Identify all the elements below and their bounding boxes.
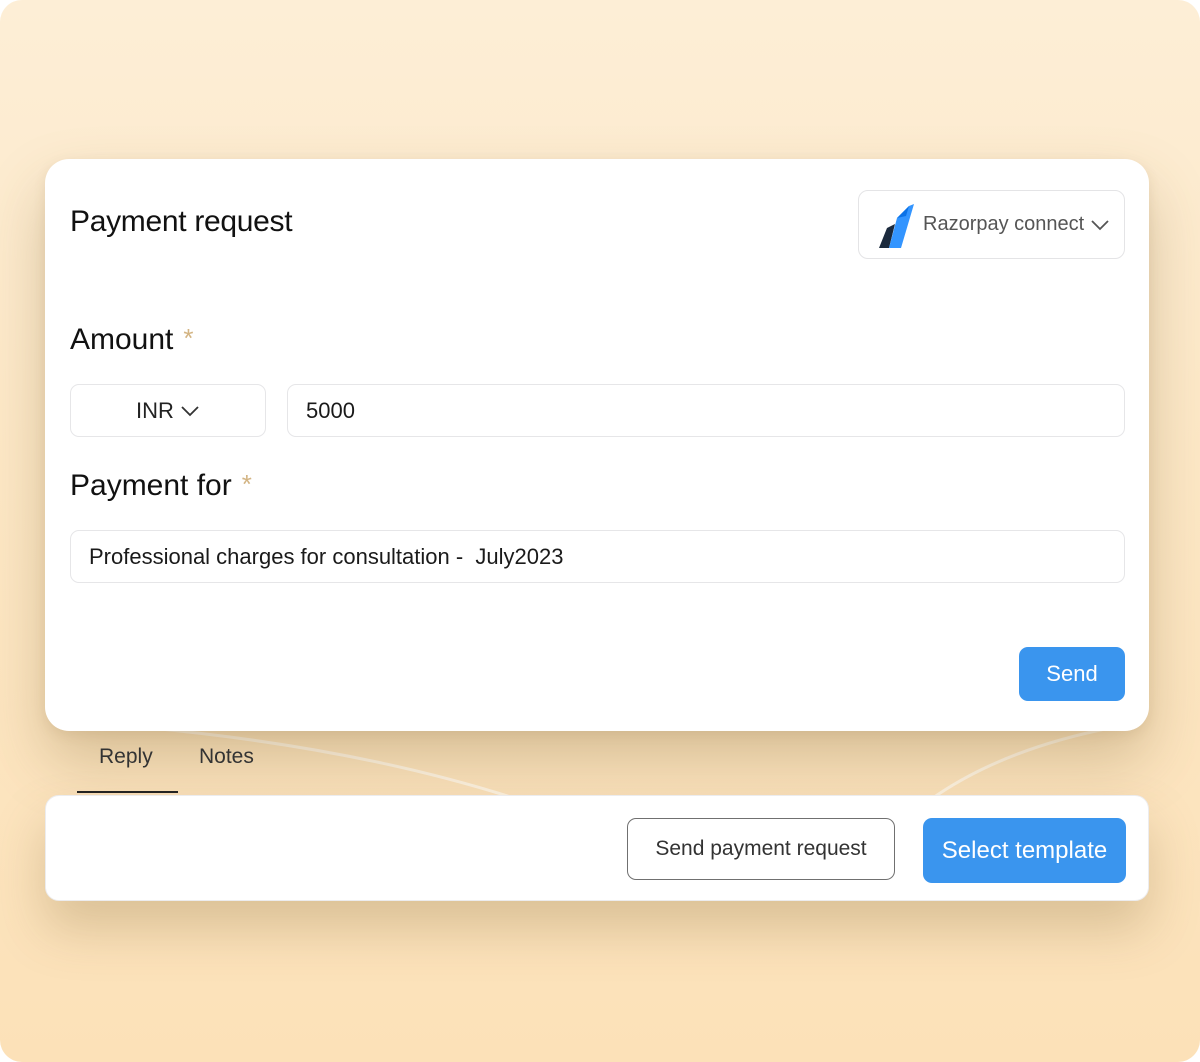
amount-input[interactable]: 5000 (287, 384, 1125, 437)
tab-notes[interactable]: Notes (199, 745, 254, 769)
gateway-select[interactable]: Razorpay connect (858, 190, 1125, 259)
required-marker: * (183, 323, 194, 353)
select-template-button[interactable]: Select template (923, 818, 1126, 883)
payment-request-card: Payment request Razorpay connect Amount *… (45, 159, 1149, 731)
chevron-down-icon (181, 405, 199, 416)
gateway-label: Razorpay connect (923, 213, 1085, 235)
active-tab-indicator (77, 791, 178, 793)
composer-toolbar: Send payment request Select template (45, 795, 1149, 901)
payment-for-label: Payment for * (70, 469, 252, 502)
send-payment-request-button[interactable]: Send payment request (627, 818, 895, 880)
required-marker: * (241, 469, 252, 499)
currency-select[interactable]: INR (70, 384, 266, 437)
amount-label: Amount * (70, 323, 194, 356)
tab-reply[interactable]: Reply (99, 745, 153, 769)
page-title: Payment request (70, 205, 293, 238)
chevron-down-icon (1091, 219, 1109, 230)
razorpay-logo-icon (879, 203, 914, 248)
payment-for-input[interactable]: Professional charges for consultation - … (70, 530, 1125, 583)
send-button[interactable]: Send (1019, 647, 1125, 701)
currency-value: INR (136, 397, 174, 423)
